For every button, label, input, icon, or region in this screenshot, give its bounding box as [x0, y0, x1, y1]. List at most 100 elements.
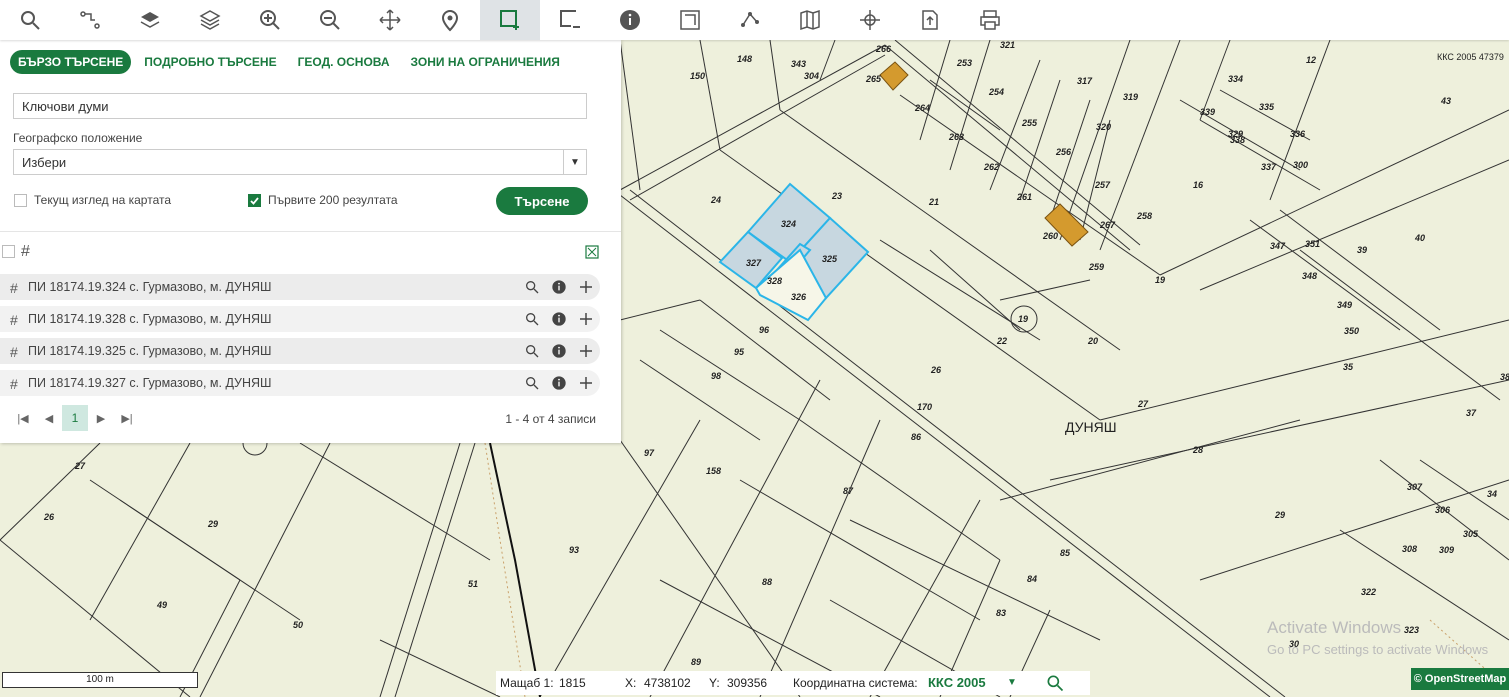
parcel-number-label: 95 — [734, 347, 745, 357]
parcel-number-label: 262 — [983, 162, 999, 172]
parcel-number-label: 253 — [956, 58, 972, 68]
zoom-to-icon[interactable] — [522, 373, 542, 393]
info-icon[interactable] — [549, 373, 569, 393]
y-value: 309356 — [727, 676, 768, 690]
parcel-number-label: 23 — [831, 191, 842, 201]
parcel-number-label: 26 — [930, 365, 942, 375]
crs-dropdown-icon[interactable]: ▼ — [1007, 677, 1017, 688]
route-tool-button[interactable] — [60, 0, 120, 40]
next-page-button[interactable]: ▶ — [88, 405, 114, 431]
pan-button[interactable] — [360, 0, 420, 40]
layers-tool-button[interactable] — [120, 0, 180, 40]
zoom-to-icon[interactable] — [522, 309, 542, 329]
current-view-checkbox[interactable] — [14, 194, 27, 207]
search-button[interactable]: Търсене — [496, 187, 588, 215]
result-row[interactable]: # ПИ 18174.19.328 с. Гурмазово, м. ДУНЯШ — [0, 306, 600, 332]
measure-button[interactable] — [660, 0, 720, 40]
add-icon[interactable] — [576, 341, 596, 361]
current-page[interactable]: 1 — [62, 405, 88, 431]
add-icon[interactable] — [576, 309, 596, 329]
coordinates-button[interactable] — [840, 0, 900, 40]
search-tool-button[interactable] — [0, 0, 60, 40]
parcel-number-label: 347 — [1270, 241, 1286, 251]
parcel-number-label: 37 — [1466, 408, 1477, 418]
zoom-to-icon[interactable] — [522, 341, 542, 361]
print-icon — [980, 10, 1000, 30]
parcel-number-label: 50 — [293, 620, 303, 630]
select-area-remove-button[interactable] — [540, 0, 600, 40]
expand-icon[interactable] — [585, 245, 599, 259]
select-area-add-icon — [500, 10, 519, 30]
location-button[interactable] — [420, 0, 480, 40]
parcel-number-label: 309 — [1439, 545, 1454, 555]
info-button[interactable] — [600, 0, 660, 40]
zoom-out-icon — [320, 10, 340, 30]
add-icon[interactable] — [576, 277, 596, 297]
search-panel: БЪРЗО ТЪРСЕНЕ ПОДРОБНО ТЪРСЕНЕ ГЕОД. ОСН… — [0, 40, 621, 443]
select-area-remove-icon — [560, 10, 580, 28]
polyline-button[interactable] — [720, 0, 780, 40]
prev-page-button[interactable]: ◀ — [36, 405, 62, 431]
parcel-number-label: 35 — [1343, 362, 1354, 372]
info-icon[interactable] — [549, 277, 569, 297]
zoom-in-button[interactable] — [240, 0, 300, 40]
parcel-number-label: 327 — [746, 258, 762, 268]
first-page-button[interactable]: |◀ — [10, 405, 36, 431]
parcel-number-label: 98 — [711, 371, 721, 381]
parcel-number-label: 28 — [1192, 445, 1203, 455]
chevron-down-icon: ▼ — [563, 150, 586, 174]
export-button[interactable] — [900, 0, 960, 40]
add-icon[interactable] — [576, 373, 596, 393]
records-count: 1 - 4 от 4 записи — [505, 412, 596, 426]
parcel-grid-icon: # — [10, 312, 18, 328]
parcel-number-label: 257 — [1094, 180, 1111, 190]
info-icon[interactable] — [549, 309, 569, 329]
result-text: ПИ 18174.19.325 с. Гурмазово, м. ДУНЯШ — [28, 344, 272, 358]
layers-stack-tool-button[interactable] — [180, 0, 240, 40]
tab-geodetic-base[interactable]: ГЕОД. ОСНОВА — [290, 50, 398, 74]
crs-value[interactable]: ККС 2005 — [928, 675, 986, 690]
zoom-to-icon[interactable] — [522, 277, 542, 297]
search-icon[interactable] — [1045, 673, 1065, 693]
parcel-number-label: 38 — [1500, 372, 1509, 382]
result-row[interactable]: # ПИ 18174.19.325 с. Гурмазово, м. ДУНЯШ — [0, 338, 600, 364]
parcel-number-label: 337 — [1261, 162, 1277, 172]
parcel-number-label: 334 — [1228, 74, 1243, 84]
parcel-number-label: 300 — [1293, 160, 1308, 170]
tab-restriction-zones[interactable]: ЗОНИ НА ОГРАНИЧЕНИЯ — [403, 50, 568, 74]
crs-label: Координатна система: — [793, 676, 918, 690]
parcel-number-label: 349 — [1337, 300, 1352, 310]
select-all-checkbox[interactable] — [2, 245, 15, 258]
parcel-number-label: 26 — [43, 512, 55, 522]
last-page-button[interactable]: ▶| — [114, 405, 140, 431]
tab-detailed-search[interactable]: ПОДРОБНО ТЪРСЕНЕ — [136, 50, 284, 74]
tab-quick-search[interactable]: БЪРЗО ТЪРСЕНЕ — [10, 50, 132, 74]
scale-value[interactable]: 1815 — [559, 676, 586, 690]
result-row[interactable]: # ПИ 18174.19.327 с. Гурмазово, м. ДУНЯШ — [0, 370, 600, 396]
map-view-button[interactable] — [780, 0, 840, 40]
select-area-add-button[interactable] — [480, 0, 540, 40]
geo-position-select[interactable]: Избери ▼ — [13, 149, 587, 175]
osm-attribution[interactable]: © OpenStreetMap — [1411, 668, 1509, 690]
keywords-input[interactable]: Ключови думи — [13, 93, 587, 119]
print-button[interactable] — [960, 0, 1020, 40]
first-200-checkbox[interactable] — [248, 194, 261, 207]
map-icon — [800, 9, 820, 31]
divider — [0, 231, 621, 232]
parcel-number-label: 85 — [1060, 548, 1071, 558]
parcel-number-label: 158 — [706, 466, 721, 476]
measure-icon — [680, 10, 700, 30]
result-row[interactable]: # ПИ 18174.19.324 с. Гурмазово, м. ДУНЯШ — [0, 274, 600, 300]
parcel-number-label: 260 — [1042, 231, 1058, 241]
zoom-out-button[interactable] — [300, 0, 360, 40]
parcel-number-label: 19 — [1155, 275, 1165, 285]
x-label: X: — [625, 676, 637, 690]
parcel-number-label: 267 — [1099, 220, 1116, 230]
parcel-number-label: 308 — [1402, 544, 1417, 554]
grid-icon[interactable]: # — [21, 243, 30, 261]
info-icon[interactable] — [549, 341, 569, 361]
parcel-number-label: 317 — [1077, 76, 1093, 86]
polyline-icon — [741, 12, 759, 27]
parcel-number-label: 339 — [1200, 107, 1215, 117]
locality-label: ДУНЯШ — [1065, 419, 1117, 435]
